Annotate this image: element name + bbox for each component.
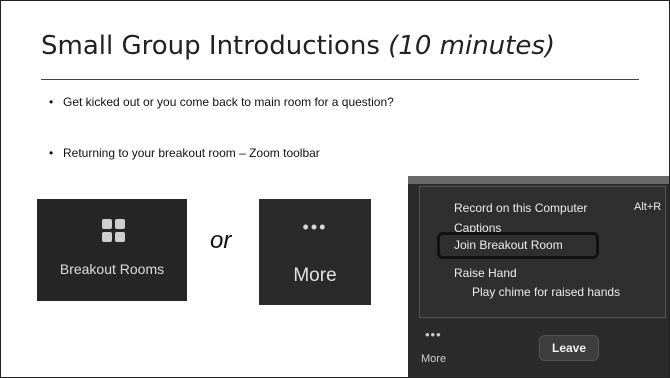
bullet-text: Get kicked out or you come back to main …: [63, 95, 394, 109]
menu-item-raise-hand[interactable]: Raise Hand: [454, 266, 517, 280]
slide: Small Group Introductions (10 minutes) •…: [0, 0, 670, 378]
grid-icon: [102, 219, 126, 243]
slide-title: Small Group Introductions (10 minutes): [41, 31, 555, 61]
more-dots-icon: •••: [302, 217, 328, 237]
breakout-rooms-button[interactable]: Breakout Rooms: [37, 199, 187, 301]
menu-item-record[interactable]: Record on this Computer: [454, 201, 587, 215]
more-label: More: [293, 265, 337, 286]
panel-top-strip: [408, 176, 669, 184]
toolbar-more-dots-icon[interactable]: •••: [425, 327, 442, 342]
or-label: or: [210, 227, 232, 254]
bullet-text: Returning to your breakout room – Zoom t…: [63, 146, 320, 160]
toolbar-more-label[interactable]: More: [421, 353, 446, 365]
menu-item-join-breakout-room[interactable]: Join Breakout Room: [437, 232, 599, 259]
record-shortcut: Alt+R: [634, 201, 662, 213]
title-divider: [41, 79, 639, 80]
more-menu: Record on this Computer Alt+R Captions J…: [419, 186, 666, 318]
menu-item-play-chime[interactable]: Play chime for raised hands: [472, 285, 620, 299]
slide-title-duration: (10 minutes): [388, 31, 556, 61]
bullet-dot: •: [49, 95, 54, 109]
bullet-dot: •: [49, 146, 54, 160]
bullet-item: • Get kicked out or you come back to main…: [49, 95, 394, 109]
breakout-rooms-label: Breakout Rooms: [59, 261, 165, 277]
bullet-item: • Returning to your breakout room – Zoom …: [49, 146, 320, 160]
slide-title-main: Small Group Introductions: [41, 31, 389, 61]
more-button[interactable]: ••• More: [259, 199, 371, 305]
leave-button[interactable]: Leave: [539, 335, 599, 361]
